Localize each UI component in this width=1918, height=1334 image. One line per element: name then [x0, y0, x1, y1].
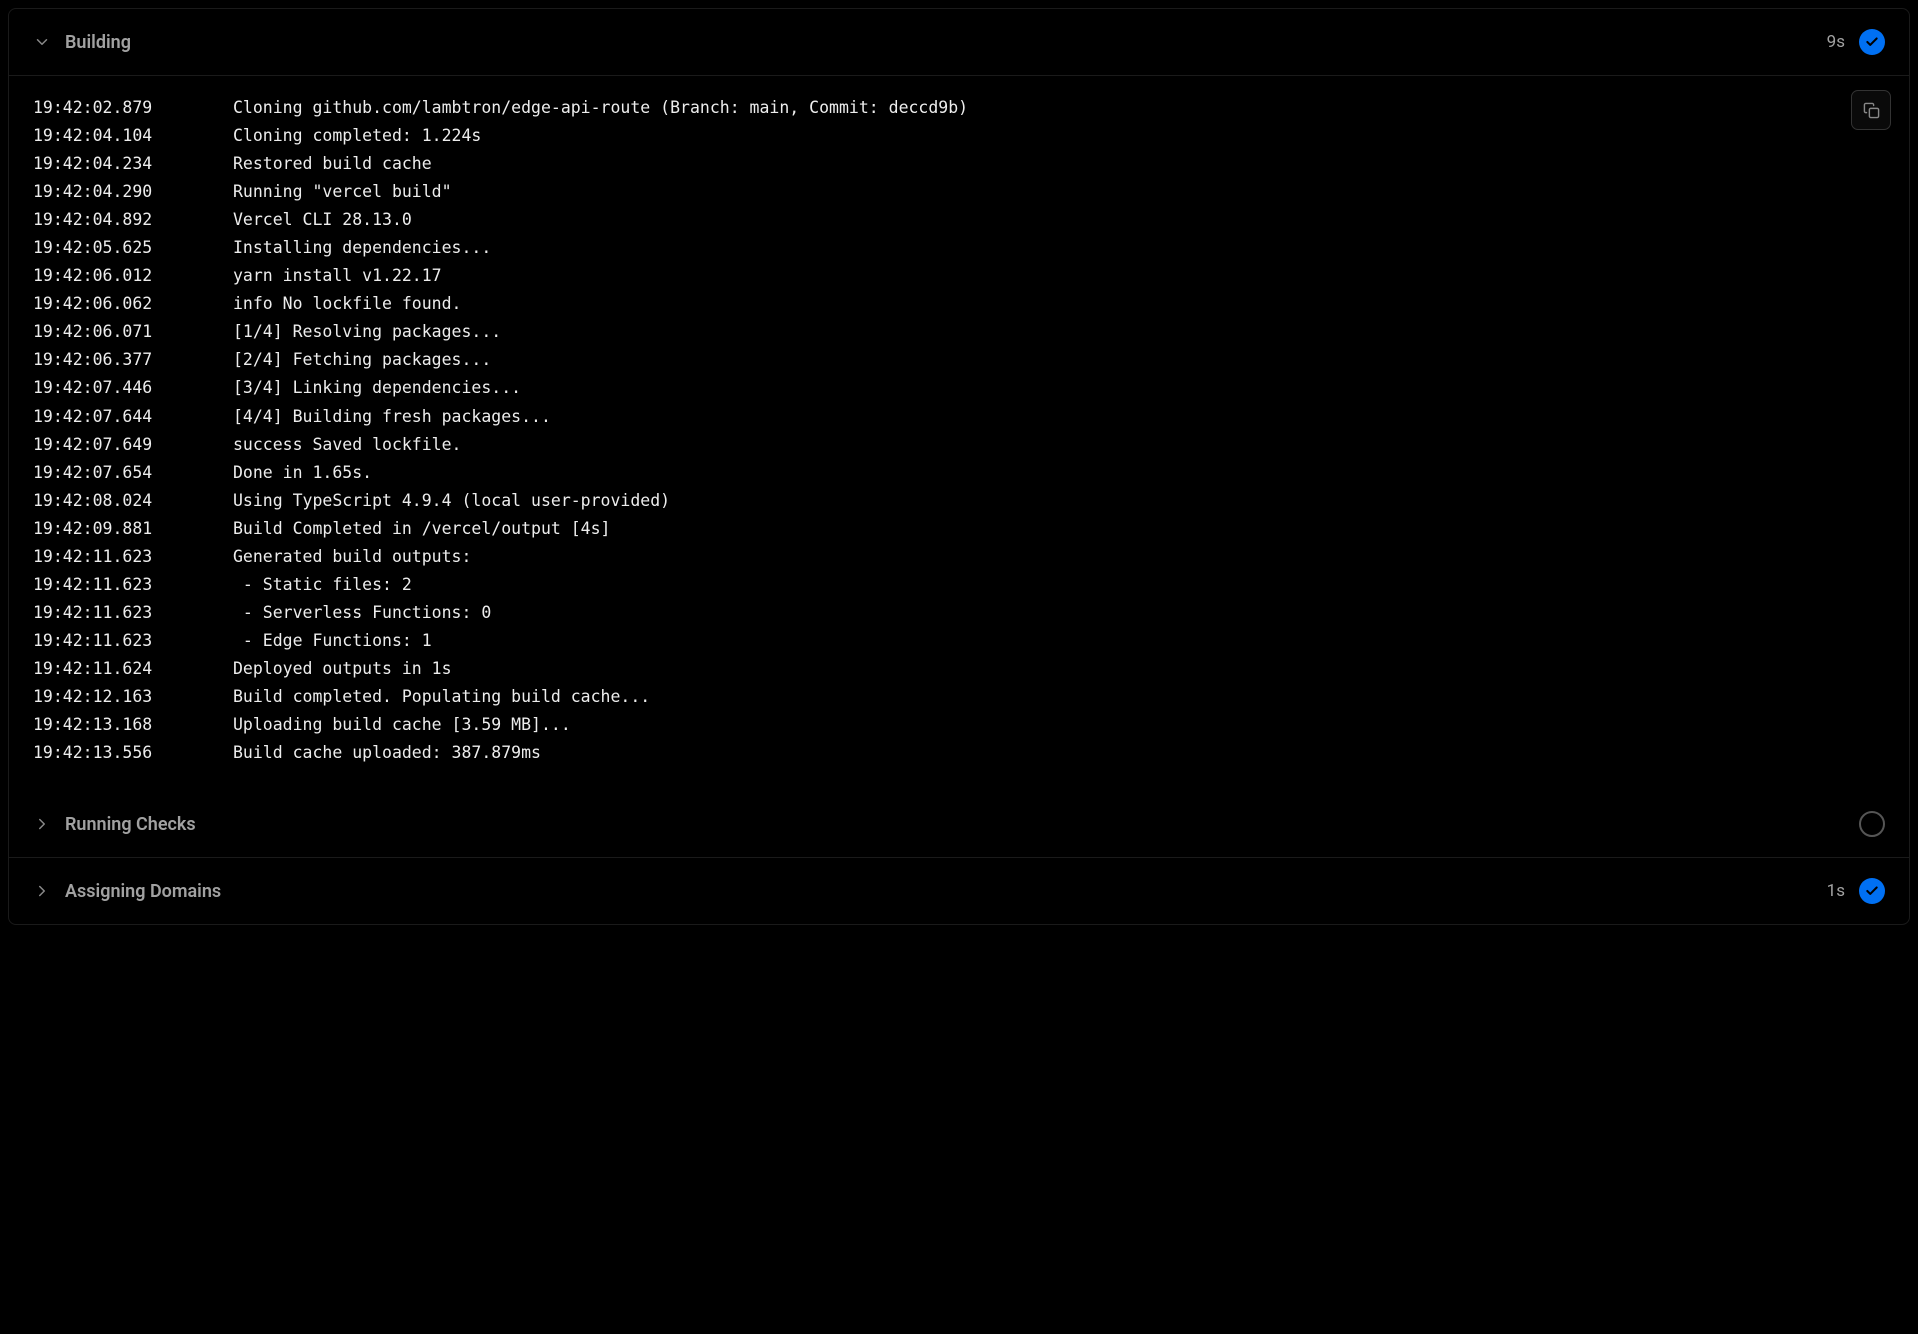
log-timestamp: 19:42:08.024 [33, 487, 233, 515]
section-header-building[interactable]: Building 9s [9, 9, 1909, 76]
log-timestamp: 19:42:13.168 [33, 711, 233, 739]
log-message: Restored build cache [233, 150, 432, 178]
log-line: 19:42:09.881Build Completed in /vercel/o… [33, 515, 1885, 543]
log-message: Uploading build cache [3.59 MB]... [233, 711, 571, 739]
log-timestamp: 19:42:07.649 [33, 431, 233, 459]
section-header-left: Building [33, 32, 131, 53]
log-line: 19:42:04.892Vercel CLI 28.13.0 [33, 206, 1885, 234]
duration-building: 9s [1827, 32, 1845, 52]
chevron-down-icon [33, 33, 51, 51]
log-message: Build Completed in /vercel/output [4s] [233, 515, 611, 543]
log-timestamp: 19:42:04.104 [33, 122, 233, 150]
log-message: [4/4] Building fresh packages... [233, 403, 551, 431]
section-header-left: Assigning Domains [33, 881, 221, 902]
log-timestamp: 19:42:06.071 [33, 318, 233, 346]
log-line: 19:42:08.024Using TypeScript 4.9.4 (loca… [33, 487, 1885, 515]
log-line: 19:42:02.879Cloning github.com/lambtron/… [33, 94, 1885, 122]
log-line: 19:42:11.623 - Edge Functions: 1 [33, 627, 1885, 655]
log-timestamp: 19:42:13.556 [33, 739, 233, 767]
log-line: 19:42:13.168Uploading build cache [3.59 … [33, 711, 1885, 739]
log-message: [3/4] Linking dependencies... [233, 374, 521, 402]
log-timestamp: 19:42:06.012 [33, 262, 233, 290]
log-timestamp: 19:42:11.623 [33, 571, 233, 599]
log-panel: Building 9s 19:42:02.879Cloning github [8, 8, 1910, 925]
log-message: Generated build outputs: [233, 543, 471, 571]
log-message: [2/4] Fetching packages... [233, 346, 491, 374]
log-timestamp: 19:42:07.644 [33, 403, 233, 431]
log-line: 19:42:06.071[1/4] Resolving packages... [33, 318, 1885, 346]
log-message: Build cache uploaded: 387.879ms [233, 739, 541, 767]
log-message: Deployed outputs in 1s [233, 655, 452, 683]
log-timestamp: 19:42:11.623 [33, 599, 233, 627]
log-message: Running "vercel build" [233, 178, 452, 206]
log-line: 19:42:04.234Restored build cache [33, 150, 1885, 178]
section-header-right: 1s [1827, 878, 1885, 904]
log-line: 19:42:13.556Build cache uploaded: 387.87… [33, 739, 1885, 767]
log-timestamp: 19:42:04.892 [33, 206, 233, 234]
log-lines-container: 19:42:02.879Cloning github.com/lambtron/… [33, 94, 1885, 767]
duration-assigning-domains: 1s [1827, 881, 1845, 901]
log-timestamp: 19:42:04.290 [33, 178, 233, 206]
log-line: 19:42:04.104Cloning completed: 1.224s [33, 122, 1885, 150]
log-timestamp: 19:42:07.654 [33, 459, 233, 487]
chevron-right-icon [33, 882, 51, 900]
log-message: Vercel CLI 28.13.0 [233, 206, 412, 234]
copy-button[interactable] [1851, 90, 1891, 130]
log-timestamp: 19:42:11.623 [33, 627, 233, 655]
status-success-icon [1859, 878, 1885, 904]
log-line: 19:42:06.377[2/4] Fetching packages... [33, 346, 1885, 374]
log-line: 19:42:05.625Installing dependencies... [33, 234, 1885, 262]
section-header-right: 9s [1827, 29, 1885, 55]
log-timestamp: 19:42:06.377 [33, 346, 233, 374]
copy-icon [1863, 102, 1880, 119]
status-pending-icon [1859, 811, 1885, 837]
log-line: 19:42:07.654Done in 1.65s. [33, 459, 1885, 487]
chevron-right-icon [33, 815, 51, 833]
log-message: - Edge Functions: 1 [233, 627, 432, 655]
section-header-running-checks[interactable]: Running Checks [9, 791, 1909, 858]
log-line: 19:42:07.644[4/4] Building fresh package… [33, 403, 1885, 431]
log-line: 19:42:07.446[3/4] Linking dependencies..… [33, 374, 1885, 402]
log-timestamp: 19:42:05.625 [33, 234, 233, 262]
log-message: success Saved lockfile. [233, 431, 461, 459]
section-title-assigning-domains: Assigning Domains [65, 881, 221, 902]
section-header-right [1859, 811, 1885, 837]
log-message: yarn install v1.22.17 [233, 262, 442, 290]
status-success-icon [1859, 29, 1885, 55]
log-timestamp: 19:42:11.624 [33, 655, 233, 683]
log-line: 19:42:07.649success Saved lockfile. [33, 431, 1885, 459]
section-header-assigning-domains[interactable]: Assigning Domains 1s [9, 858, 1909, 924]
log-timestamp: 19:42:02.879 [33, 94, 233, 122]
log-message: Cloning github.com/lambtron/edge-api-rou… [233, 94, 968, 122]
log-message: Installing dependencies... [233, 234, 491, 262]
section-title-running-checks: Running Checks [65, 814, 196, 835]
log-line: 19:42:12.163Build completed. Populating … [33, 683, 1885, 711]
log-timestamp: 19:42:12.163 [33, 683, 233, 711]
log-line: 19:42:06.062info No lockfile found. [33, 290, 1885, 318]
section-title-building: Building [65, 32, 131, 53]
log-line: 19:42:04.290Running "vercel build" [33, 178, 1885, 206]
log-message: Using TypeScript 4.9.4 (local user-provi… [233, 487, 670, 515]
log-content: 19:42:02.879Cloning github.com/lambtron/… [9, 76, 1909, 791]
log-line: 19:42:11.624Deployed outputs in 1s [33, 655, 1885, 683]
log-timestamp: 19:42:06.062 [33, 290, 233, 318]
log-line: 19:42:11.623Generated build outputs: [33, 543, 1885, 571]
section-header-left: Running Checks [33, 814, 196, 835]
log-timestamp: 19:42:04.234 [33, 150, 233, 178]
log-line: 19:42:11.623 - Static files: 2 [33, 571, 1885, 599]
log-message: Build completed. Populating build cache.… [233, 683, 650, 711]
log-timestamp: 19:42:09.881 [33, 515, 233, 543]
log-line: 19:42:11.623 - Serverless Functions: 0 [33, 599, 1885, 627]
log-message: - Serverless Functions: 0 [233, 599, 491, 627]
log-line: 19:42:06.012yarn install v1.22.17 [33, 262, 1885, 290]
log-message: [1/4] Resolving packages... [233, 318, 501, 346]
log-timestamp: 19:42:11.623 [33, 543, 233, 571]
log-timestamp: 19:42:07.446 [33, 374, 233, 402]
log-message: Cloning completed: 1.224s [233, 122, 481, 150]
log-message: - Static files: 2 [233, 571, 412, 599]
log-message: info No lockfile found. [233, 290, 461, 318]
deployment-log-panel: Building 9s 19:42:02.879Cloning github [0, 0, 1918, 933]
log-message: Done in 1.65s. [233, 459, 372, 487]
